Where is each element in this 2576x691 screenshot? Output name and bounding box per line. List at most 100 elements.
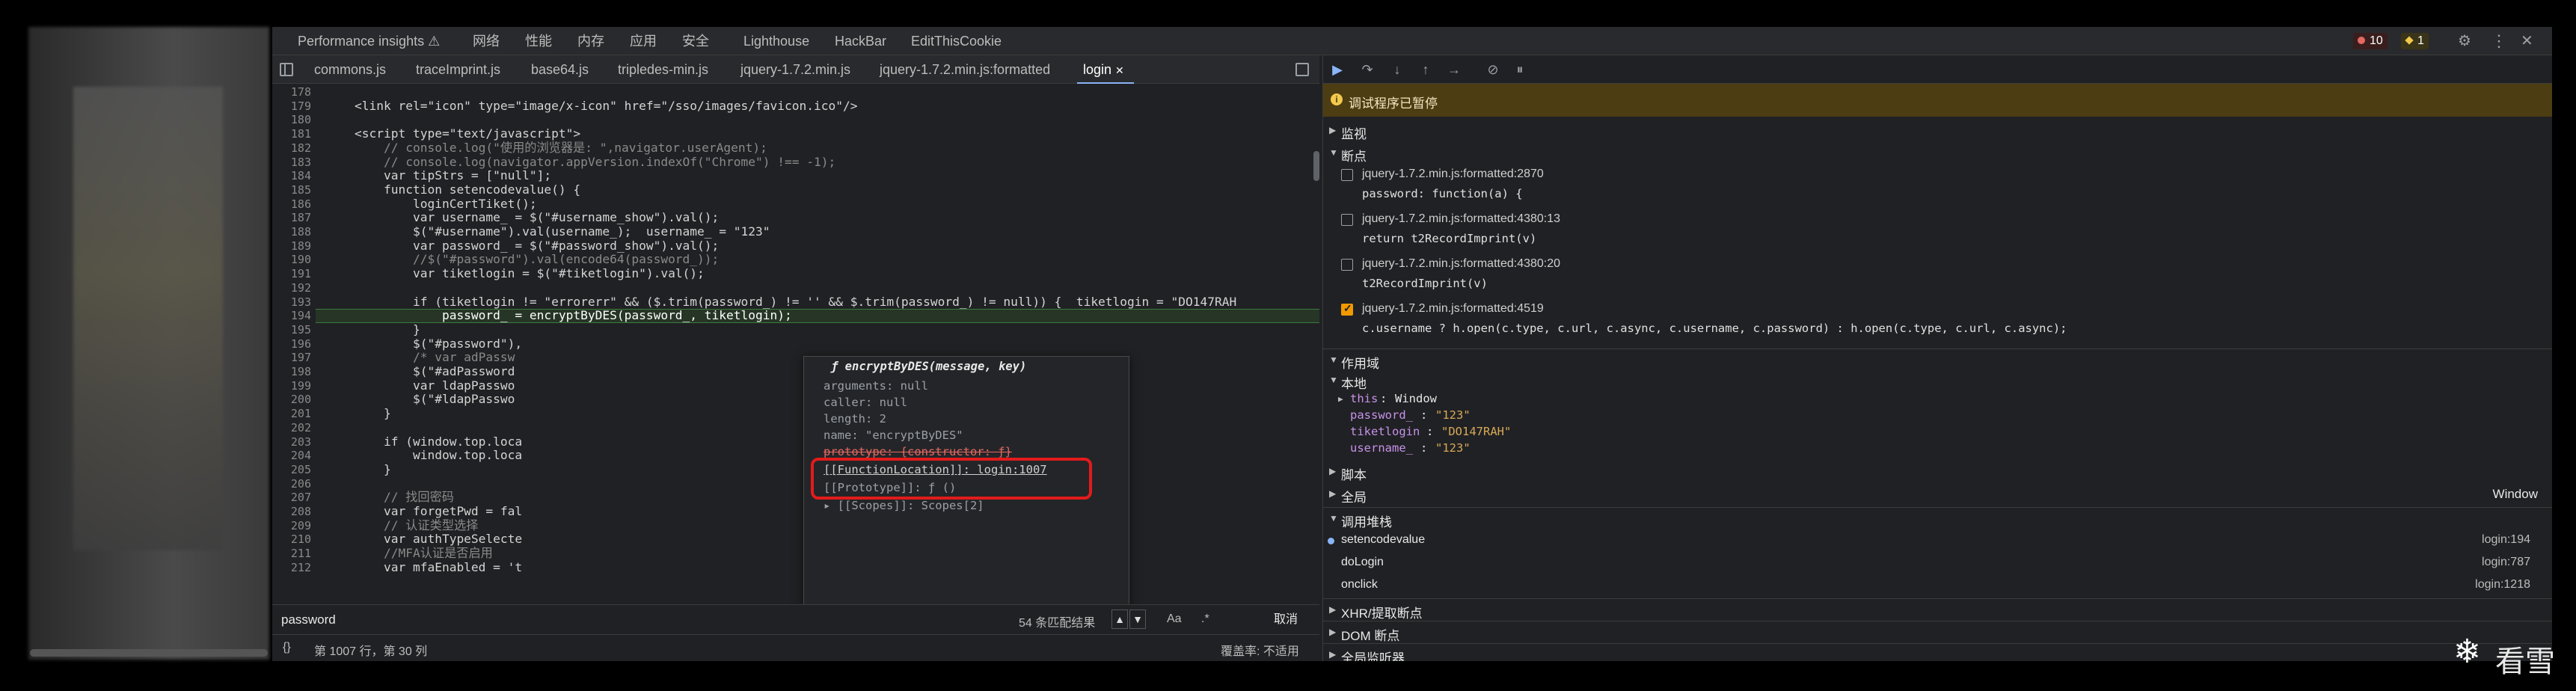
- gear-icon[interactable]: ⚙: [2458, 27, 2471, 55]
- resume-icon[interactable]: ▶: [1329, 61, 1346, 78]
- tab-performance[interactable]: 性能: [525, 27, 552, 55]
- line-number[interactable]: 183: [272, 156, 311, 170]
- line-number[interactable]: 191: [272, 267, 311, 281]
- line-number[interactable]: 179: [272, 99, 311, 114]
- callstack-frame-current[interactable]: setencodevalue login:194: [1323, 529, 2552, 552]
- line-number[interactable]: 181: [272, 127, 311, 141]
- line-number[interactable]: 198: [272, 365, 311, 379]
- tab-application[interactable]: 应用: [630, 27, 657, 55]
- pause-on-exceptions-icon[interactable]: ⏸: [1512, 61, 1528, 78]
- line-number[interactable]: 202: [272, 421, 311, 435]
- breakpoint-item-active[interactable]: jquery-1.7.2.min.js:formatted:4519 c.use…: [1323, 301, 2552, 344]
- tab-editthiscookie[interactable]: EditThisCookie: [911, 27, 1002, 55]
- section-script[interactable]: ▶ 脚本: [1323, 461, 2552, 483]
- deactivate-breakpoints-icon[interactable]: ⊘: [1485, 61, 1501, 78]
- file-tab-base64[interactable]: base64.js: [531, 55, 589, 84]
- toggle-navigator-icon[interactable]: [280, 63, 293, 76]
- close-icon[interactable]: ✕: [2521, 27, 2533, 55]
- popup-property[interactable]: prototype: {constructor: ƒ}: [824, 445, 1012, 458]
- file-tab-traceimprint[interactable]: traceImprint.js: [416, 55, 500, 84]
- tab-network[interactable]: 网络: [473, 27, 500, 55]
- line-number[interactable]: 195: [272, 323, 311, 337]
- tab-security[interactable]: 安全: [682, 27, 709, 55]
- section-watch[interactable]: ▶ 监视: [1323, 120, 2552, 142]
- line-number[interactable]: 199: [272, 379, 311, 393]
- breakpoint-item[interactable]: jquery-1.7.2.min.js:formatted:4380:13 re…: [1323, 211, 2552, 254]
- line-number[interactable]: 190: [272, 253, 311, 267]
- section-xhr-breakpoints[interactable]: ▶ XHR/提取断点: [1323, 598, 2552, 621]
- line-number[interactable]: 196: [272, 337, 311, 351]
- cancel-button[interactable]: 取消: [1258, 611, 1313, 630]
- line-number[interactable]: 209: [272, 519, 311, 533]
- line-number[interactable]: 212: [272, 561, 311, 575]
- line-number[interactable]: 187: [272, 211, 311, 225]
- close-tab-icon[interactable]: ✕: [1115, 64, 1124, 76]
- scope-variable[interactable]: ▶ this: Window: [1323, 392, 2552, 408]
- scope-variable[interactable]: tiketlogin: "DO147RAH": [1323, 425, 2552, 441]
- warning-count-badge[interactable]: 1: [2401, 33, 2429, 49]
- section-global[interactable]: ▶ 全局 Window: [1323, 483, 2552, 506]
- toggle-debugger-icon[interactable]: [1295, 63, 1309, 76]
- vertical-scrollbar[interactable]: [1313, 151, 1319, 181]
- more-options-icon[interactable]: ⋮: [2491, 27, 2507, 55]
- line-number[interactable]: 205: [272, 463, 311, 477]
- breakpoint-item[interactable]: jquery-1.7.2.min.js:formatted:2870 passw…: [1323, 166, 2552, 209]
- file-tab-tripledes[interactable]: tripledes-min.js: [618, 55, 708, 84]
- scope-variable[interactable]: username_: "123": [1323, 441, 2552, 458]
- line-number[interactable]: 208: [272, 505, 311, 519]
- line-number[interactable]: 192: [272, 281, 311, 295]
- step-over-icon[interactable]: ↷: [1359, 61, 1376, 78]
- file-tab-jquery-min[interactable]: jquery-1.7.2.min.js: [740, 55, 850, 84]
- breakpoint-checkbox[interactable]: [1341, 259, 1353, 271]
- match-case-button[interactable]: Aa: [1167, 612, 1182, 626]
- line-number[interactable]: 197: [272, 351, 311, 365]
- line-number[interactable]: 204: [272, 449, 311, 463]
- line-number[interactable]: 186: [272, 197, 311, 212]
- pretty-print-button[interactable]: {}: [283, 641, 291, 654]
- line-number[interactable]: 203: [272, 435, 311, 449]
- error-count-badge[interactable]: 10: [2353, 33, 2388, 49]
- line-number[interactable]: 184: [272, 169, 311, 183]
- section-global-listeners[interactable]: ▶ 全局监听器: [1323, 643, 2552, 661]
- breakpoint-item[interactable]: jquery-1.7.2.min.js:formatted:4380:20 t2…: [1323, 256, 2552, 299]
- breakpoint-checkbox[interactable]: [1341, 214, 1353, 226]
- line-number[interactable]: 178: [272, 85, 311, 99]
- step-out-icon[interactable]: ↑: [1417, 61, 1434, 78]
- line-gutter[interactable]: 178 179 180 181 182 183 184 185 186 187 …: [272, 84, 316, 604]
- line-number[interactable]: 194: [272, 309, 311, 323]
- breakpoint-checkbox[interactable]: [1341, 169, 1353, 181]
- line-number[interactable]: 185: [272, 183, 311, 197]
- line-number[interactable]: 211: [272, 547, 311, 561]
- tab-performance-insights[interactable]: Performance insights ⚠: [298, 27, 440, 55]
- section-local[interactable]: ▼ 本地: [1323, 369, 2552, 392]
- next-match-icon[interactable]: ▼: [1129, 609, 1146, 629]
- section-callstack[interactable]: ▼ 调用堆栈: [1323, 507, 2552, 529]
- tab-lighthouse[interactable]: Lighthouse: [743, 27, 809, 55]
- search-input[interactable]: password: [281, 612, 336, 627]
- step-icon[interactable]: →: [1446, 61, 1462, 78]
- line-number[interactable]: 188: [272, 225, 311, 239]
- scope-variable[interactable]: password_: "123": [1323, 408, 2552, 425]
- line-number[interactable]: 201: [272, 407, 311, 421]
- file-tab-commons[interactable]: commons.js: [314, 55, 386, 84]
- section-dom-breakpoints[interactable]: ▶ DOM 断点: [1323, 621, 2552, 643]
- tab-hackbar[interactable]: HackBar: [835, 27, 886, 55]
- file-tab-jquery-formatted[interactable]: jquery-1.7.2.min.js:formatted: [880, 55, 1050, 84]
- line-number[interactable]: 207: [272, 491, 311, 505]
- file-tab-login[interactable]: login ✕: [1077, 55, 1134, 84]
- section-breakpoints[interactable]: ▼ 断点: [1323, 142, 2552, 165]
- callstack-frame[interactable]: doLogin login:787: [1323, 552, 2552, 574]
- step-into-icon[interactable]: ↓: [1389, 61, 1405, 78]
- line-number[interactable]: 210: [272, 532, 311, 547]
- tab-memory[interactable]: 内存: [577, 27, 604, 55]
- callstack-frame[interactable]: onclick login:1218: [1323, 574, 2552, 597]
- popup-property[interactable]: ▸ [[Scopes]]: Scopes[2]: [824, 499, 984, 512]
- line-number[interactable]: 189: [272, 239, 311, 254]
- line-number[interactable]: 206: [272, 477, 311, 491]
- line-number[interactable]: 182: [272, 141, 311, 156]
- regex-button[interactable]: .*: [1201, 612, 1209, 626]
- prev-match-icon[interactable]: ▲: [1111, 609, 1128, 629]
- line-number[interactable]: 200: [272, 393, 311, 407]
- line-number[interactable]: 180: [272, 113, 311, 127]
- code-editor[interactable]: 178 179 180 181 182 183 184 185 186 187 …: [272, 84, 1319, 604]
